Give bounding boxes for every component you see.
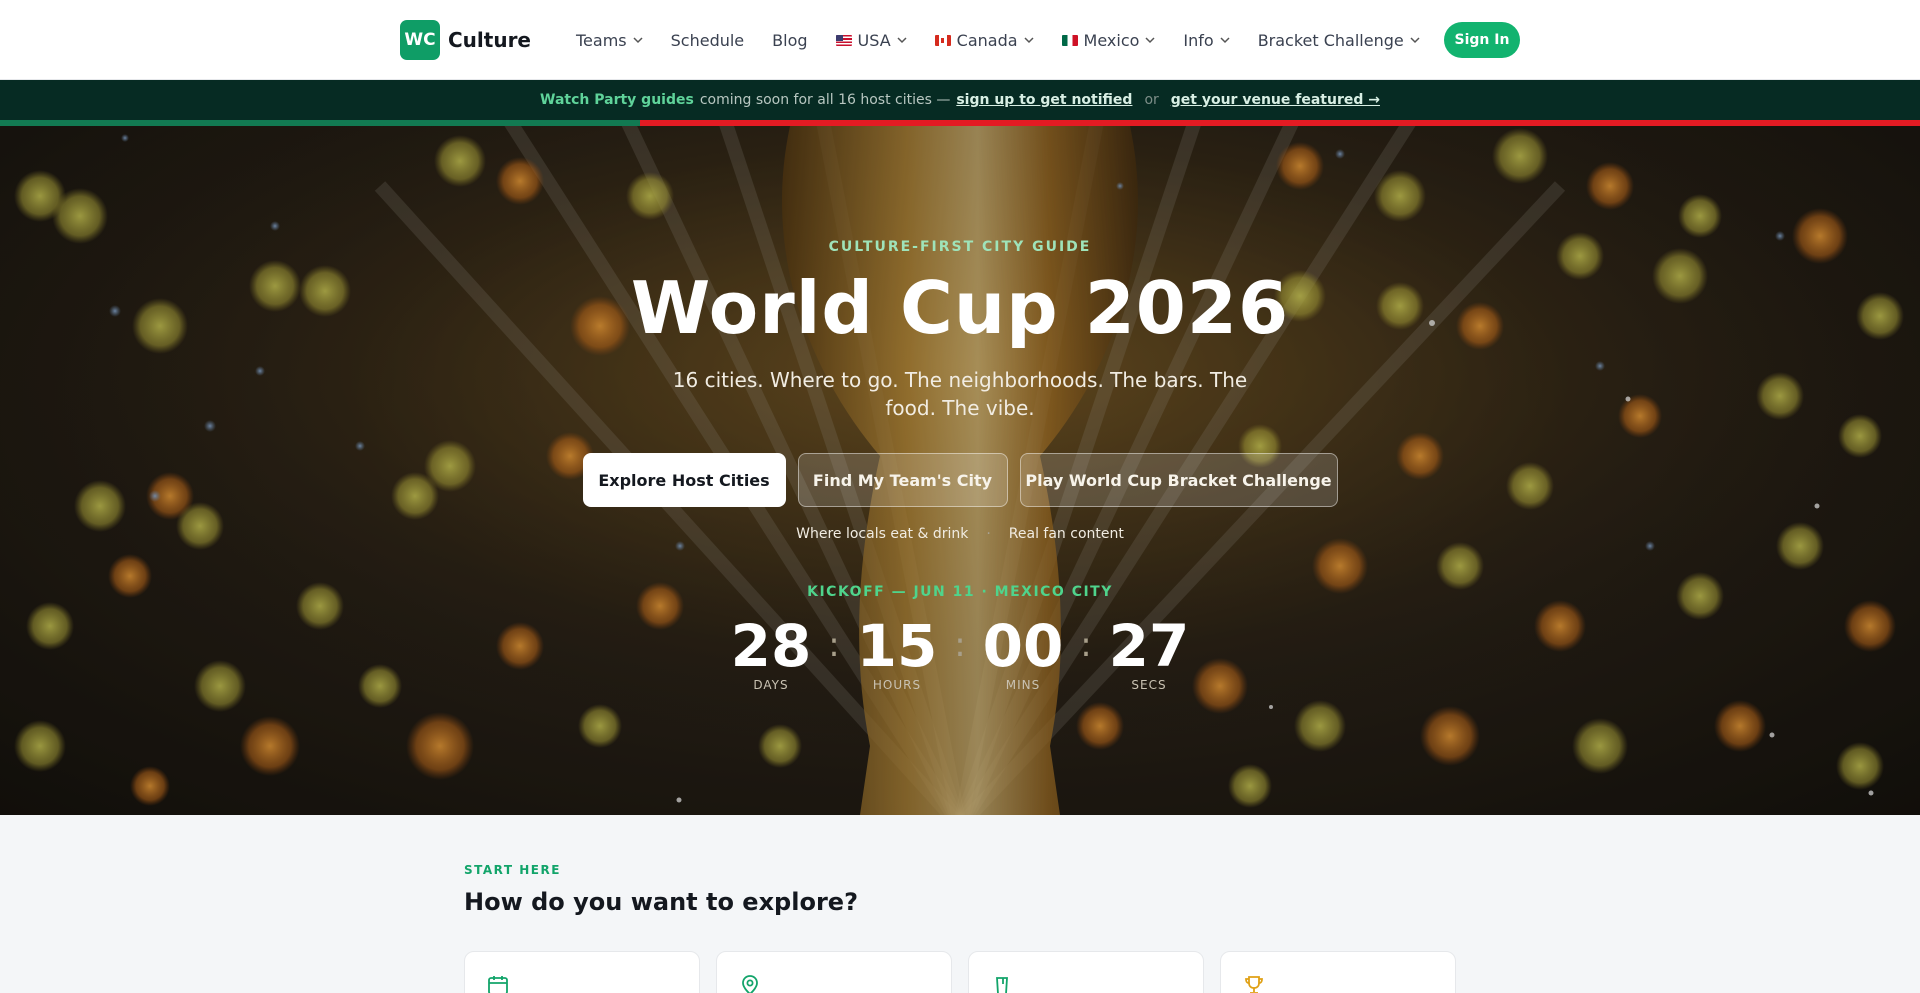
hero-tags: Where locals eat & drink · Real fan cont… [0, 526, 1920, 542]
us-flag-icon [835, 34, 852, 46]
countdown-separator: : [1080, 625, 1092, 665]
nav-label: Mexico [1083, 30, 1140, 50]
nav-item-usa[interactable]: USA [835, 30, 907, 50]
countdown-days-value: 28 [730, 612, 812, 680]
tag-fan-content: Real fan content [1008, 526, 1124, 542]
banner-highlight: Watch Party guides [540, 92, 694, 108]
top-navbar: WC Culture Teams Schedule Blog USA Canad… [0, 0, 1920, 80]
chevron-down-icon [1145, 37, 1155, 44]
hero-title: World Cup 2026 [630, 266, 1290, 350]
mexico-flag-icon [1061, 34, 1078, 46]
countdown-mins: 00 MINS [977, 614, 1069, 692]
nav-item-schedule[interactable]: Schedule [671, 31, 745, 50]
banner-text: coming soon for all 16 host cities — [699, 92, 951, 108]
tag-separator: · [986, 526, 991, 542]
explore-host-cities-button[interactable]: Explore Host Cities [582, 453, 786, 507]
countdown-hours-value: 15 [856, 612, 938, 680]
nav-label: Schedule [670, 30, 745, 50]
notify-signup-link[interactable]: sign up to get notified [956, 92, 1132, 108]
countdown-mins-label: MINS [1005, 678, 1041, 692]
kickoff-countdown: 28 DAYS : 15 HOURS : 00 MINS : 27 SECS [0, 614, 1920, 692]
countdown-hours: 15 HOURS [851, 614, 943, 692]
nav-item-teams[interactable]: Teams [576, 31, 643, 50]
nav-label: Teams [576, 30, 627, 50]
sign-in-button[interactable]: Sign In [1444, 22, 1520, 58]
hero-section: CULTURE-FIRST CITY GUIDE World Cup 2026 … [0, 126, 1920, 815]
chevron-down-icon [1220, 37, 1230, 44]
map-pin-icon [742, 975, 758, 993]
explore-card-schedule[interactable] [464, 951, 700, 993]
nav-label: Canada [956, 30, 1018, 50]
countdown-separator: : [954, 625, 966, 665]
hero-eyebrow: CULTURE-FIRST CITY GUIDE [828, 239, 1092, 255]
explore-card-bars[interactable] [968, 951, 1204, 993]
trophy-icon [1245, 976, 1263, 993]
logo-text: Culture [448, 28, 531, 52]
explore-title: How do you want to explore? [464, 888, 858, 916]
countdown-days: 28 DAYS [725, 614, 817, 692]
chevron-down-icon [633, 37, 643, 44]
countdown-mins-value: 00 [982, 612, 1064, 680]
bracket-challenge-button[interactable]: Play World Cup Bracket Challenge [1019, 453, 1338, 507]
countdown-secs-label: SECS [1131, 678, 1167, 692]
venue-featured-link[interactable]: get your venue featured → [1171, 92, 1380, 108]
hero-content: CULTURE-FIRST CITY GUIDE World Cup 2026 … [0, 126, 1920, 815]
nav-item-info[interactable]: Info [1183, 30, 1230, 50]
chevron-down-icon [897, 37, 907, 44]
nav-label: Blog [772, 30, 808, 50]
nav-item-canada[interactable]: Canada [934, 30, 1034, 50]
canada-flag-icon [934, 34, 951, 46]
chevron-down-icon [1024, 37, 1034, 44]
chevron-down-icon [1410, 37, 1420, 44]
countdown-separator: : [828, 625, 840, 665]
countdown-secs: 27 SECS [1103, 614, 1195, 692]
nav-item-bracket-challenge[interactable]: Bracket Challenge [1258, 31, 1420, 50]
nav-label: Bracket Challenge [1257, 30, 1404, 50]
find-my-team-city-button[interactable]: Find My Team's City [797, 453, 1008, 507]
site-logo[interactable]: WC Culture [400, 20, 531, 60]
nav-label: USA [857, 30, 891, 50]
explore-eyebrow: START HERE [464, 863, 561, 877]
nav-item-blog[interactable]: Blog [772, 31, 807, 50]
explore-cards [464, 951, 1456, 993]
countdown-days-label: DAYS [753, 678, 789, 692]
countdown-hours-label: HOURS [872, 678, 922, 692]
hero-cta-group: Explore Host Cities Find My Team's City … [0, 453, 1920, 507]
nav-item-mexico[interactable]: Mexico [1061, 30, 1156, 50]
tag-locals: Where locals eat & drink [796, 526, 969, 542]
main-menu: Teams Schedule Blog USA Canada Mexico In… [576, 0, 1448, 80]
logo-badge: WC [400, 20, 440, 60]
calendar-icon [488, 976, 508, 993]
explore-card-bracket[interactable] [1220, 951, 1456, 993]
nav-label: Info [1183, 30, 1214, 50]
kickoff-label: KICKOFF — JUN 11 · MEXICO CITY [807, 584, 1113, 600]
explore-section: START HERE How do you want to explore? [0, 815, 1920, 993]
banner-or: or [1144, 92, 1159, 108]
drink-icon [996, 977, 1008, 993]
announcement-banner: Watch Party guides coming soon for all 1… [0, 80, 1920, 120]
explore-card-cities[interactable] [716, 951, 952, 993]
hero-subtitle: 16 cities. Where to go. The neighborhood… [672, 368, 1248, 420]
countdown-secs-value: 27 [1108, 612, 1190, 680]
